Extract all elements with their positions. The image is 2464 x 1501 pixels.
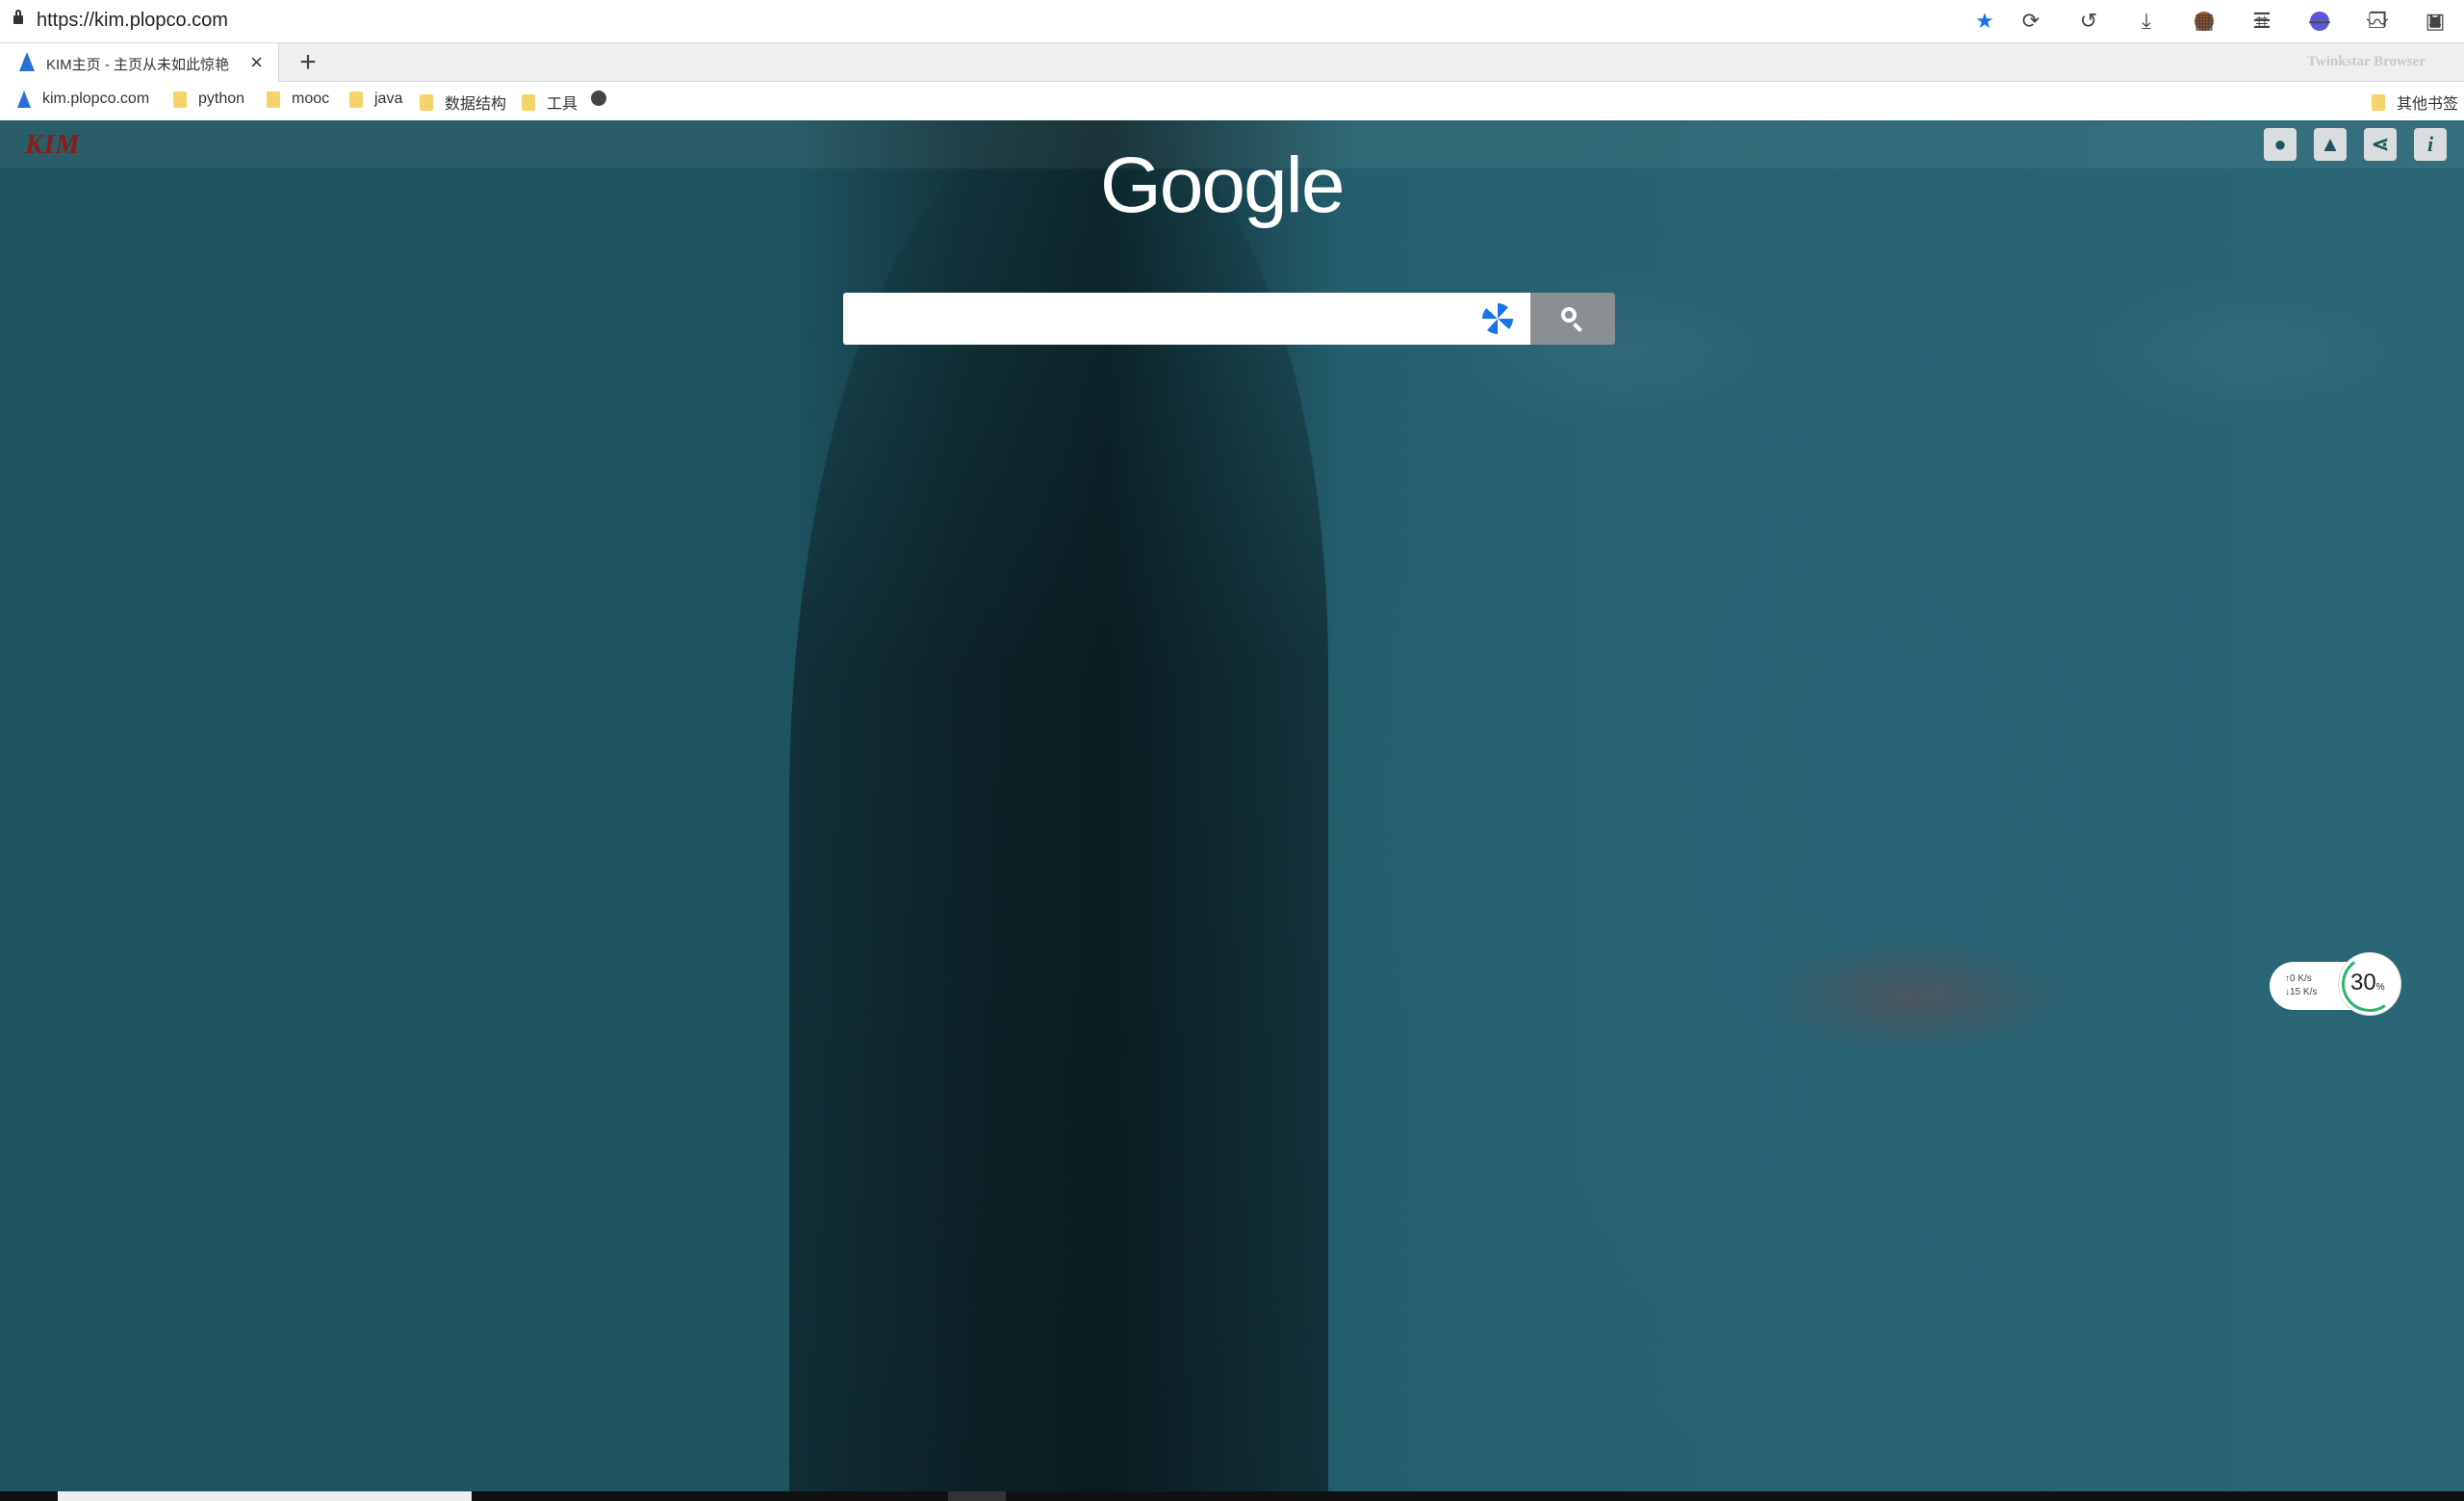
usage-gauge[interactable]: 30% [2337, 951, 2402, 1017]
download-speed: ↓15 K/s [2285, 987, 2318, 997]
tab-active[interactable]: KIM主页 - 主页从未如此惊艳 × [0, 43, 279, 82]
image-icon[interactable]: ▲ [2314, 128, 2347, 161]
bookmark-mooc[interactable]: mooc [267, 91, 329, 108]
bookmark-kim[interactable]: kim.plopco.com [17, 91, 149, 108]
tab-close-icon[interactable]: × [250, 50, 263, 75]
folder-icon [2372, 93, 2385, 111]
tab-title: KIM主页 - 主页从未如此惊艳 [46, 57, 229, 73]
search-icon [1561, 307, 1577, 323]
bookmark-tools[interactable]: 工具 [522, 91, 578, 114]
share-icon[interactable]: ⋖ [2364, 128, 2397, 161]
taskbar-item[interactable] [58, 1491, 472, 1501]
search-field[interactable] [843, 293, 1469, 345]
info-icon[interactable]: i [2414, 128, 2447, 161]
folder-icon [267, 91, 280, 108]
url-text[interactable]: https://kim.plopco.com [37, 10, 228, 32]
star-icon[interactable]: ★ [1971, 8, 1998, 35]
search-engine-icon[interactable] [1482, 303, 1513, 334]
google-logo: Google [1100, 142, 1345, 229]
bookmark-java[interactable]: java [349, 91, 402, 108]
folder-icon [420, 93, 433, 111]
folder-icon [173, 91, 187, 108]
bookmarks-bar: kim.plopco.com python mooc java 数据结构 工具 … [0, 82, 2464, 120]
user-icon[interactable]: ● [2264, 128, 2297, 161]
kim-logo[interactable]: KIM [25, 130, 80, 161]
site-icon [17, 91, 31, 108]
menu-icon[interactable]: ☰ [2248, 8, 2275, 35]
site-icon [19, 52, 35, 71]
bookmark-data-structures[interactable]: 数据结构 [420, 91, 506, 114]
bookmark-globe[interactable] [591, 91, 606, 106]
new-tab-button[interactable]: + [289, 46, 327, 79]
tab-bar: KIM主页 - 主页从未如此惊艳 × + Twinkstar Browser [0, 43, 2464, 82]
upload-speed: ↑0 K/s [2285, 973, 2312, 984]
globe-icon [591, 91, 606, 106]
refresh-icon[interactable]: ⟳ [2017, 8, 2044, 35]
search-button[interactable] [1530, 293, 1615, 345]
lock-icon [13, 10, 23, 24]
close-icon[interactable]: ✕ [2422, 8, 2449, 35]
qr-icon[interactable]: ▦ [2191, 8, 2218, 35]
search-input[interactable] [843, 293, 1530, 345]
folder-icon [522, 93, 535, 111]
restore-icon[interactable]: ❐ [2364, 8, 2391, 35]
browser-brand: Twinkstar Browser [2307, 54, 2426, 69]
address-bar[interactable]: https://kim.plopco.com ★ ⟳ ↺ ⤓ ⌗ 〰 ▣ ▦ ☰… [0, 0, 2464, 43]
undo-icon[interactable]: ↺ [2075, 8, 2102, 35]
bookmark-python[interactable]: python [173, 91, 244, 108]
taskbar-item[interactable] [948, 1491, 1006, 1501]
folder-icon [349, 91, 363, 108]
bookmark-other[interactable]: 其他书签 [2372, 91, 2458, 114]
minimize-icon[interactable]: — [2306, 8, 2333, 35]
download-icon[interactable]: ⤓ [2133, 8, 2160, 35]
usage-percent: 30% [2350, 970, 2385, 996]
